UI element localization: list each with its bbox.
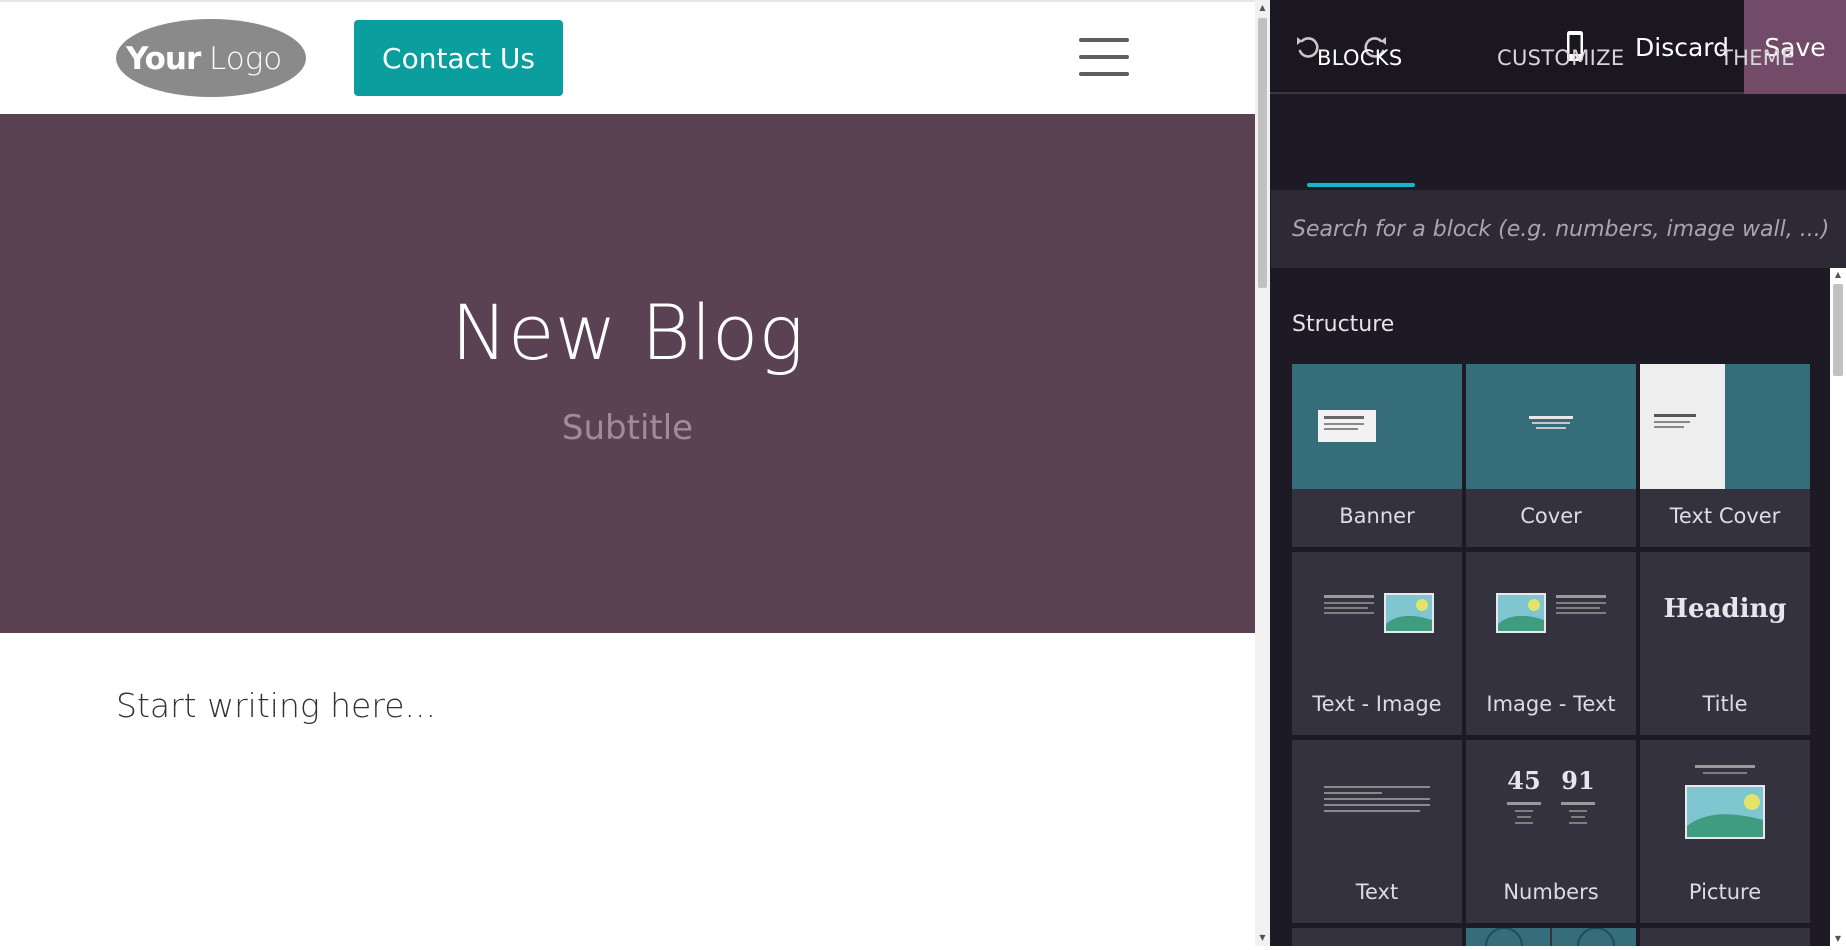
logo-icon: Your Logo — [116, 19, 306, 97]
blog-hero-cover[interactable]: New Blog Subtitle — [0, 114, 1255, 633]
blog-body-placeholder[interactable]: Start writing here... — [116, 686, 436, 725]
scroll-up-arrow-icon[interactable]: ▲ — [1255, 0, 1270, 16]
svg-text:Your: Your — [125, 41, 202, 77]
block-numbers[interactable]: 45 91 Numbers — [1466, 740, 1636, 923]
peek-thumbnail-icon — [1485, 927, 1615, 947]
cover-thumbnail-icon — [1466, 364, 1636, 489]
block-label: Text - Image — [1312, 692, 1442, 716]
hamburger-menu-icon[interactable] — [1079, 38, 1129, 80]
block-image-text[interactable]: Image - Text — [1466, 552, 1636, 735]
banner-thumbnail-icon — [1292, 364, 1462, 489]
site-header: Your Logo Contact Us — [0, 2, 1255, 114]
block-search-input[interactable] — [1292, 212, 1832, 246]
preview-scrollbar-thumb[interactable] — [1258, 18, 1267, 288]
title-thumbnail-text: Heading — [1663, 594, 1787, 624]
block-label: Numbers — [1503, 880, 1599, 904]
block-banner[interactable]: Banner — [1292, 364, 1462, 547]
block-text[interactable]: Text — [1292, 740, 1462, 923]
block-text-cover[interactable]: Text Cover — [1640, 364, 1810, 547]
section-title-structure: Structure — [1292, 312, 1395, 337]
picture-thumbnail-icon — [1640, 740, 1810, 865]
scroll-down-arrow-icon[interactable]: ▼ — [1255, 930, 1270, 946]
block-label: Picture — [1688, 880, 1762, 904]
active-tab-indicator — [1307, 183, 1415, 187]
block-label: Banner — [1339, 504, 1415, 528]
block-label: Text Cover — [1669, 504, 1781, 528]
text-image-thumbnail-icon — [1292, 552, 1462, 677]
text-thumbnail-icon — [1292, 740, 1462, 865]
block-peek[interactable] — [1466, 927, 1636, 947]
block-label: Cover — [1520, 504, 1582, 528]
scroll-up-arrow-icon[interactable]: ▲ — [1830, 268, 1846, 282]
block-text-image[interactable]: Text - Image — [1292, 552, 1462, 735]
tab-customize[interactable]: CUSTOMIZE — [1497, 46, 1624, 70]
numbers-thumbnail: 45 91 — [1466, 740, 1636, 865]
blog-title[interactable]: New Blog — [0, 288, 1255, 377]
block-label: Text — [1355, 880, 1399, 904]
block-peek[interactable] — [1292, 928, 1462, 946]
tab-theme[interactable]: THEME — [1720, 46, 1795, 70]
blocks-scrollbar-thumb[interactable] — [1833, 284, 1843, 376]
svg-text:Logo: Logo — [209, 41, 282, 77]
website-preview: Your Logo Contact Us New Blog Subtitle S… — [0, 0, 1255, 946]
numbers-lines-icon — [1507, 802, 1595, 824]
scroll-down-arrow-icon[interactable]: ▼ — [1830, 932, 1846, 946]
block-peek[interactable] — [1640, 928, 1810, 946]
blog-subtitle[interactable]: Subtitle — [0, 408, 1255, 448]
block-picture[interactable]: Picture — [1640, 740, 1810, 923]
block-label: Title — [1702, 692, 1748, 716]
image-text-thumbnail-icon — [1466, 552, 1636, 677]
editor-tabs — [1270, 96, 1846, 190]
tab-blocks[interactable]: BLOCKS — [1317, 46, 1402, 70]
title-thumbnail: Heading — [1640, 552, 1810, 677]
text-cover-thumbnail-icon — [1640, 364, 1810, 489]
block-label: Image - Text — [1486, 692, 1616, 716]
site-logo[interactable]: Your Logo — [116, 18, 307, 99]
block-cover[interactable]: Cover — [1466, 364, 1636, 547]
block-title[interactable]: Heading Title — [1640, 552, 1810, 735]
contact-us-button[interactable]: Contact Us — [354, 20, 563, 96]
